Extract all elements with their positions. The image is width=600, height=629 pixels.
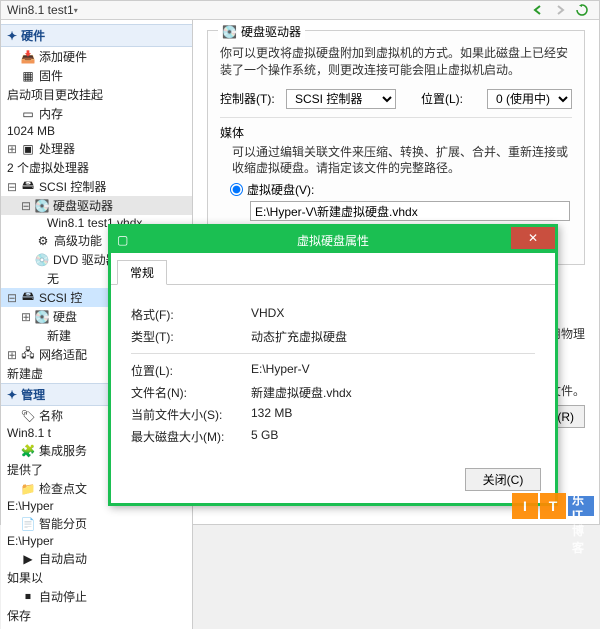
vhd-radio-label: 虚拟硬盘(V): bbox=[247, 181, 314, 198]
expand-icon[interactable]: ⊞ bbox=[7, 142, 17, 156]
disk-icon: 💽 bbox=[34, 309, 50, 325]
add-hardware-node[interactable]: 📥添加硬件 bbox=[1, 47, 192, 66]
hdd-node[interactable]: ⊟💽硬盘驱动器 bbox=[1, 196, 192, 215]
disk-icon: 💽 bbox=[222, 25, 237, 39]
controller-icon: 🖴 bbox=[20, 179, 36, 195]
media-label: 媒体 bbox=[220, 124, 572, 141]
page-icon: 📄 bbox=[20, 516, 36, 532]
nav-back-icon[interactable] bbox=[528, 1, 548, 19]
vhd-radio-row[interactable]: 虚拟硬盘(V): bbox=[230, 181, 572, 198]
nav-fwd-icon[interactable] bbox=[550, 1, 570, 19]
folder-icon: 📁 bbox=[20, 481, 36, 497]
network-icon: 🖧 bbox=[20, 347, 36, 363]
dialog-title: 虚拟硬盘属性 bbox=[297, 232, 369, 249]
app-icon: ▢ bbox=[117, 233, 128, 247]
format-value: VHDX bbox=[251, 306, 284, 323]
watermark-text: 逍遥乐IT博客 bbox=[568, 496, 594, 516]
location-select[interactable]: 0 (使用中) bbox=[487, 89, 572, 109]
controller-label: 控制器(T): bbox=[220, 90, 280, 107]
autostart-node[interactable]: ▶自动启动 bbox=[1, 549, 192, 568]
dvd-icon: 💿 bbox=[34, 252, 50, 268]
add-icon: 📥 bbox=[20, 49, 36, 65]
tag-icon: 🏷 bbox=[20, 408, 36, 424]
firmware-node[interactable]: ▦固件 bbox=[1, 66, 192, 85]
dialog-body: 格式(F):VHDX 类型(T):动态扩充虚拟硬盘 位置(L):E:\Hyper… bbox=[111, 285, 555, 460]
controller-icon: 🖴 bbox=[20, 290, 36, 306]
services-icon: 🧩 bbox=[20, 443, 36, 459]
scsi-node[interactable]: ⊟🖴SCSI 控制器 bbox=[1, 177, 192, 196]
vhd-path-input[interactable] bbox=[250, 201, 570, 221]
memory-sub: 1024 MB bbox=[1, 123, 192, 139]
type-key: 类型(T): bbox=[131, 328, 251, 345]
tab-strip: 常规 bbox=[111, 253, 555, 285]
dialog-close-button[interactable]: 关闭(C) bbox=[465, 468, 541, 491]
format-key: 格式(F): bbox=[131, 306, 251, 323]
properties-dialog: ▢ 虚拟硬盘属性 ✕ 常规 格式(F):VHDX 类型(T):动态扩充虚拟硬盘 … bbox=[108, 224, 558, 506]
cpu-icon: ▣ bbox=[20, 141, 36, 157]
watermark-logo-t: T bbox=[540, 493, 566, 519]
tab-general[interactable]: 常规 bbox=[117, 260, 167, 285]
watermark-logo-i: I bbox=[512, 493, 538, 519]
vhd-radio[interactable] bbox=[230, 183, 243, 196]
memory-icon: ▭ bbox=[20, 106, 36, 122]
watermark: I T 逍遥乐IT博客 bbox=[512, 493, 594, 519]
type-value: 动态扩充虚拟硬盘 bbox=[251, 328, 347, 345]
firmware-sub: 启动项目更改挂起 bbox=[1, 85, 192, 104]
maxsize-key: 最大磁盘大小(M): bbox=[131, 428, 251, 445]
stop-icon: ⏹ bbox=[20, 589, 36, 605]
group-title: 💽硬盘驱动器 bbox=[218, 23, 305, 40]
gear-icon: ⚙ bbox=[35, 233, 51, 249]
filename-key: 文件名(N): bbox=[131, 384, 251, 401]
media-description: 可以通过编辑关联文件来压缩、转换、扩展、合并、重新连接或收缩虚拟硬盘。请指定该文… bbox=[232, 144, 572, 178]
cpu-sub: 2 个虚拟处理器 bbox=[1, 158, 192, 177]
close-icon[interactable]: ✕ bbox=[511, 227, 555, 249]
refresh-icon[interactable] bbox=[572, 1, 592, 19]
autostop-node[interactable]: ⏹自动停止 bbox=[1, 587, 192, 606]
chip-icon: ▦ bbox=[20, 68, 36, 84]
filename-value: 新建虚拟硬盘.vhdx bbox=[251, 384, 352, 401]
star-icon: ✦ bbox=[7, 388, 17, 402]
location-value: E:\Hyper-V bbox=[251, 362, 310, 379]
window-title: Win8.1 test1 bbox=[7, 3, 74, 17]
cpu-node[interactable]: ⊞▣处理器 bbox=[1, 139, 192, 158]
paging-node[interactable]: 📄智能分页 bbox=[1, 514, 192, 533]
memory-node[interactable]: ▭内存 bbox=[1, 104, 192, 123]
maxsize-value: 5 GB bbox=[251, 428, 278, 445]
cursize-key: 当前文件大小(S): bbox=[131, 406, 251, 423]
disk-icon: 💽 bbox=[34, 198, 50, 214]
controller-select[interactable]: SCSI 控制器 bbox=[286, 89, 396, 109]
cursize-value: 132 MB bbox=[251, 406, 292, 423]
group-description: 你可以更改将虚拟硬盘附加到虚拟机的方式。如果此磁盘上已经安装了一个操作系统，则更… bbox=[220, 45, 572, 79]
hardware-section-header: ✦硬件 bbox=[1, 24, 192, 47]
title-dropdown-icon[interactable]: ▾ bbox=[74, 6, 82, 15]
location-label: 位置(L): bbox=[421, 90, 481, 107]
star-icon: ✦ bbox=[7, 29, 17, 43]
collapse-icon[interactable]: ⊟ bbox=[7, 180, 17, 194]
dialog-titlebar[interactable]: ▢ 虚拟硬盘属性 ✕ bbox=[111, 227, 555, 253]
toolbar: Win8.1 test1 ▾ bbox=[1, 1, 599, 20]
play-icon: ▶ bbox=[20, 551, 36, 567]
location-key: 位置(L): bbox=[131, 362, 251, 379]
